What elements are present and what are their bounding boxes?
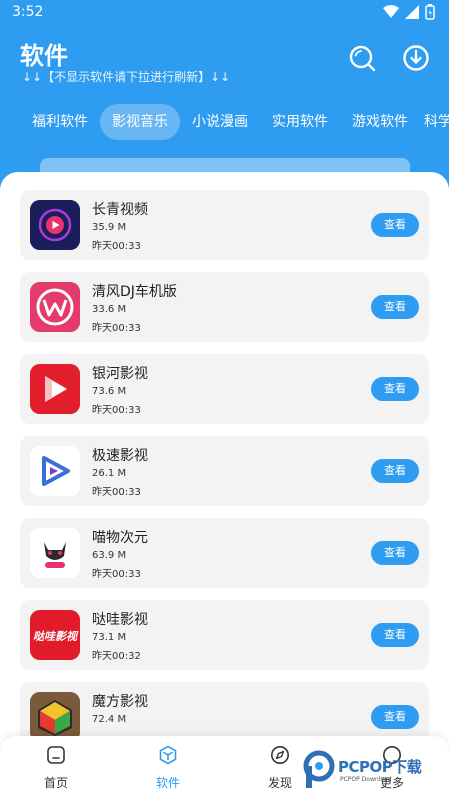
app-name: 魔方影视	[92, 694, 148, 710]
play-icon	[30, 446, 80, 496]
app-name: 喵物次元	[92, 530, 148, 546]
home-icon	[45, 744, 67, 766]
app-card[interactable]: 长青视频 35.9 M 昨天00:33 查看	[20, 190, 429, 260]
app-time: 昨天00:33	[92, 241, 141, 252]
app-size: 63.9 M	[92, 550, 127, 561]
app-card[interactable]: 清风DJ车机版 33.6 M 昨天00:33 查看	[20, 272, 429, 342]
app-time: 昨天00:33	[92, 323, 141, 334]
app-time: 昨天00:33	[92, 569, 141, 580]
app-size: 26.1 M	[92, 468, 127, 479]
app-size: 73.6 M	[92, 386, 127, 397]
tab-utility[interactable]: 实用软件	[262, 104, 338, 140]
svg-text:哒哇影视: 哒哇影视	[33, 630, 79, 643]
app-list: 长青视频 35.9 M 昨天00:33 查看 清风DJ车机版 33.6 M 昨天…	[0, 172, 449, 800]
app-time: 昨天00:33	[92, 487, 141, 498]
watermark: PCPOP下载 PCPOP Download	[300, 748, 449, 792]
download-icon	[403, 45, 429, 71]
app-card[interactable]: 极速影视 26.1 M 昨天00:33 查看	[20, 436, 429, 506]
nav-label: 首页	[43, 776, 68, 790]
view-button[interactable]: 查看	[371, 623, 419, 647]
app-size: 35.9 M	[92, 222, 127, 233]
pcpop-logo-icon	[303, 750, 335, 788]
text-logo-icon: 哒哇影视	[30, 610, 80, 660]
nav-label: 软件	[155, 776, 180, 790]
watermark-text: PCPOP下载	[338, 758, 422, 776]
app-name: 银河影视	[92, 366, 148, 382]
view-button[interactable]: 查看	[371, 459, 419, 483]
app-size: 33.6 M	[92, 304, 127, 315]
cube-icon	[30, 692, 80, 742]
app-name: 极速影视	[92, 448, 148, 464]
app-card[interactable]: 银河影视 73.6 M 昨天00:33 查看	[20, 354, 429, 424]
app-card[interactable]: 哒哇影视 哒哇影视 73.1 M 昨天00:32 查看	[20, 600, 429, 670]
app-name: 长青视频	[92, 202, 148, 218]
view-button[interactable]: 查看	[371, 377, 419, 401]
category-tabs: 福利软件 影视音乐 小说漫画 实用软件 游戏软件 科学	[0, 104, 449, 140]
app-size: 73.1 M	[92, 632, 127, 643]
tab-novel-comic[interactable]: 小说漫画	[182, 104, 258, 140]
play-icon	[30, 364, 80, 414]
app-name: 清风DJ车机版	[92, 284, 177, 300]
download-button[interactable]	[400, 42, 432, 74]
status-icons	[383, 4, 435, 20]
search-icon	[349, 45, 376, 72]
app-card[interactable]: 喵物次元 63.9 M 昨天00:33 查看	[20, 518, 429, 588]
compass-icon	[269, 744, 291, 766]
app-time: 昨天00:32	[92, 651, 141, 662]
view-button[interactable]: 查看	[371, 295, 419, 319]
view-button[interactable]: 查看	[371, 705, 419, 729]
app-name: 哒哇影视	[92, 612, 148, 628]
search-button[interactable]	[346, 42, 378, 74]
bottom-nav: 首页 软件 发现 更多 PCPOP下载 PCPOP Download	[0, 736, 449, 800]
page-title: 软件	[20, 42, 68, 70]
tab-welfare[interactable]: 福利软件	[22, 104, 98, 140]
nav-software[interactable]: 软件	[138, 744, 198, 794]
view-button[interactable]: 查看	[371, 213, 419, 237]
app-time: 昨天00:33	[92, 405, 141, 416]
tab-video-music[interactable]: 影视音乐	[100, 104, 180, 140]
wifi-icon	[383, 5, 399, 18]
cat-icon	[30, 528, 80, 578]
view-button[interactable]: 查看	[371, 541, 419, 565]
watermark-subtext: PCPOP Download	[340, 776, 392, 783]
status-time: 3:52	[12, 4, 44, 20]
app-size: 72.4 M	[92, 714, 127, 725]
cube-icon	[157, 744, 179, 766]
status-bar: 3:52	[0, 0, 449, 26]
w-logo-icon	[30, 282, 80, 332]
battery-icon	[425, 4, 435, 20]
play-icon	[30, 200, 80, 250]
tab-games[interactable]: 游戏软件	[342, 104, 418, 140]
signal-icon	[405, 5, 419, 19]
refresh-hint: ↓↓【不显示软件请下拉进行刷新】↓↓	[22, 70, 231, 84]
tab-science[interactable]: 科学	[424, 104, 449, 140]
nav-home[interactable]: 首页	[26, 744, 86, 794]
